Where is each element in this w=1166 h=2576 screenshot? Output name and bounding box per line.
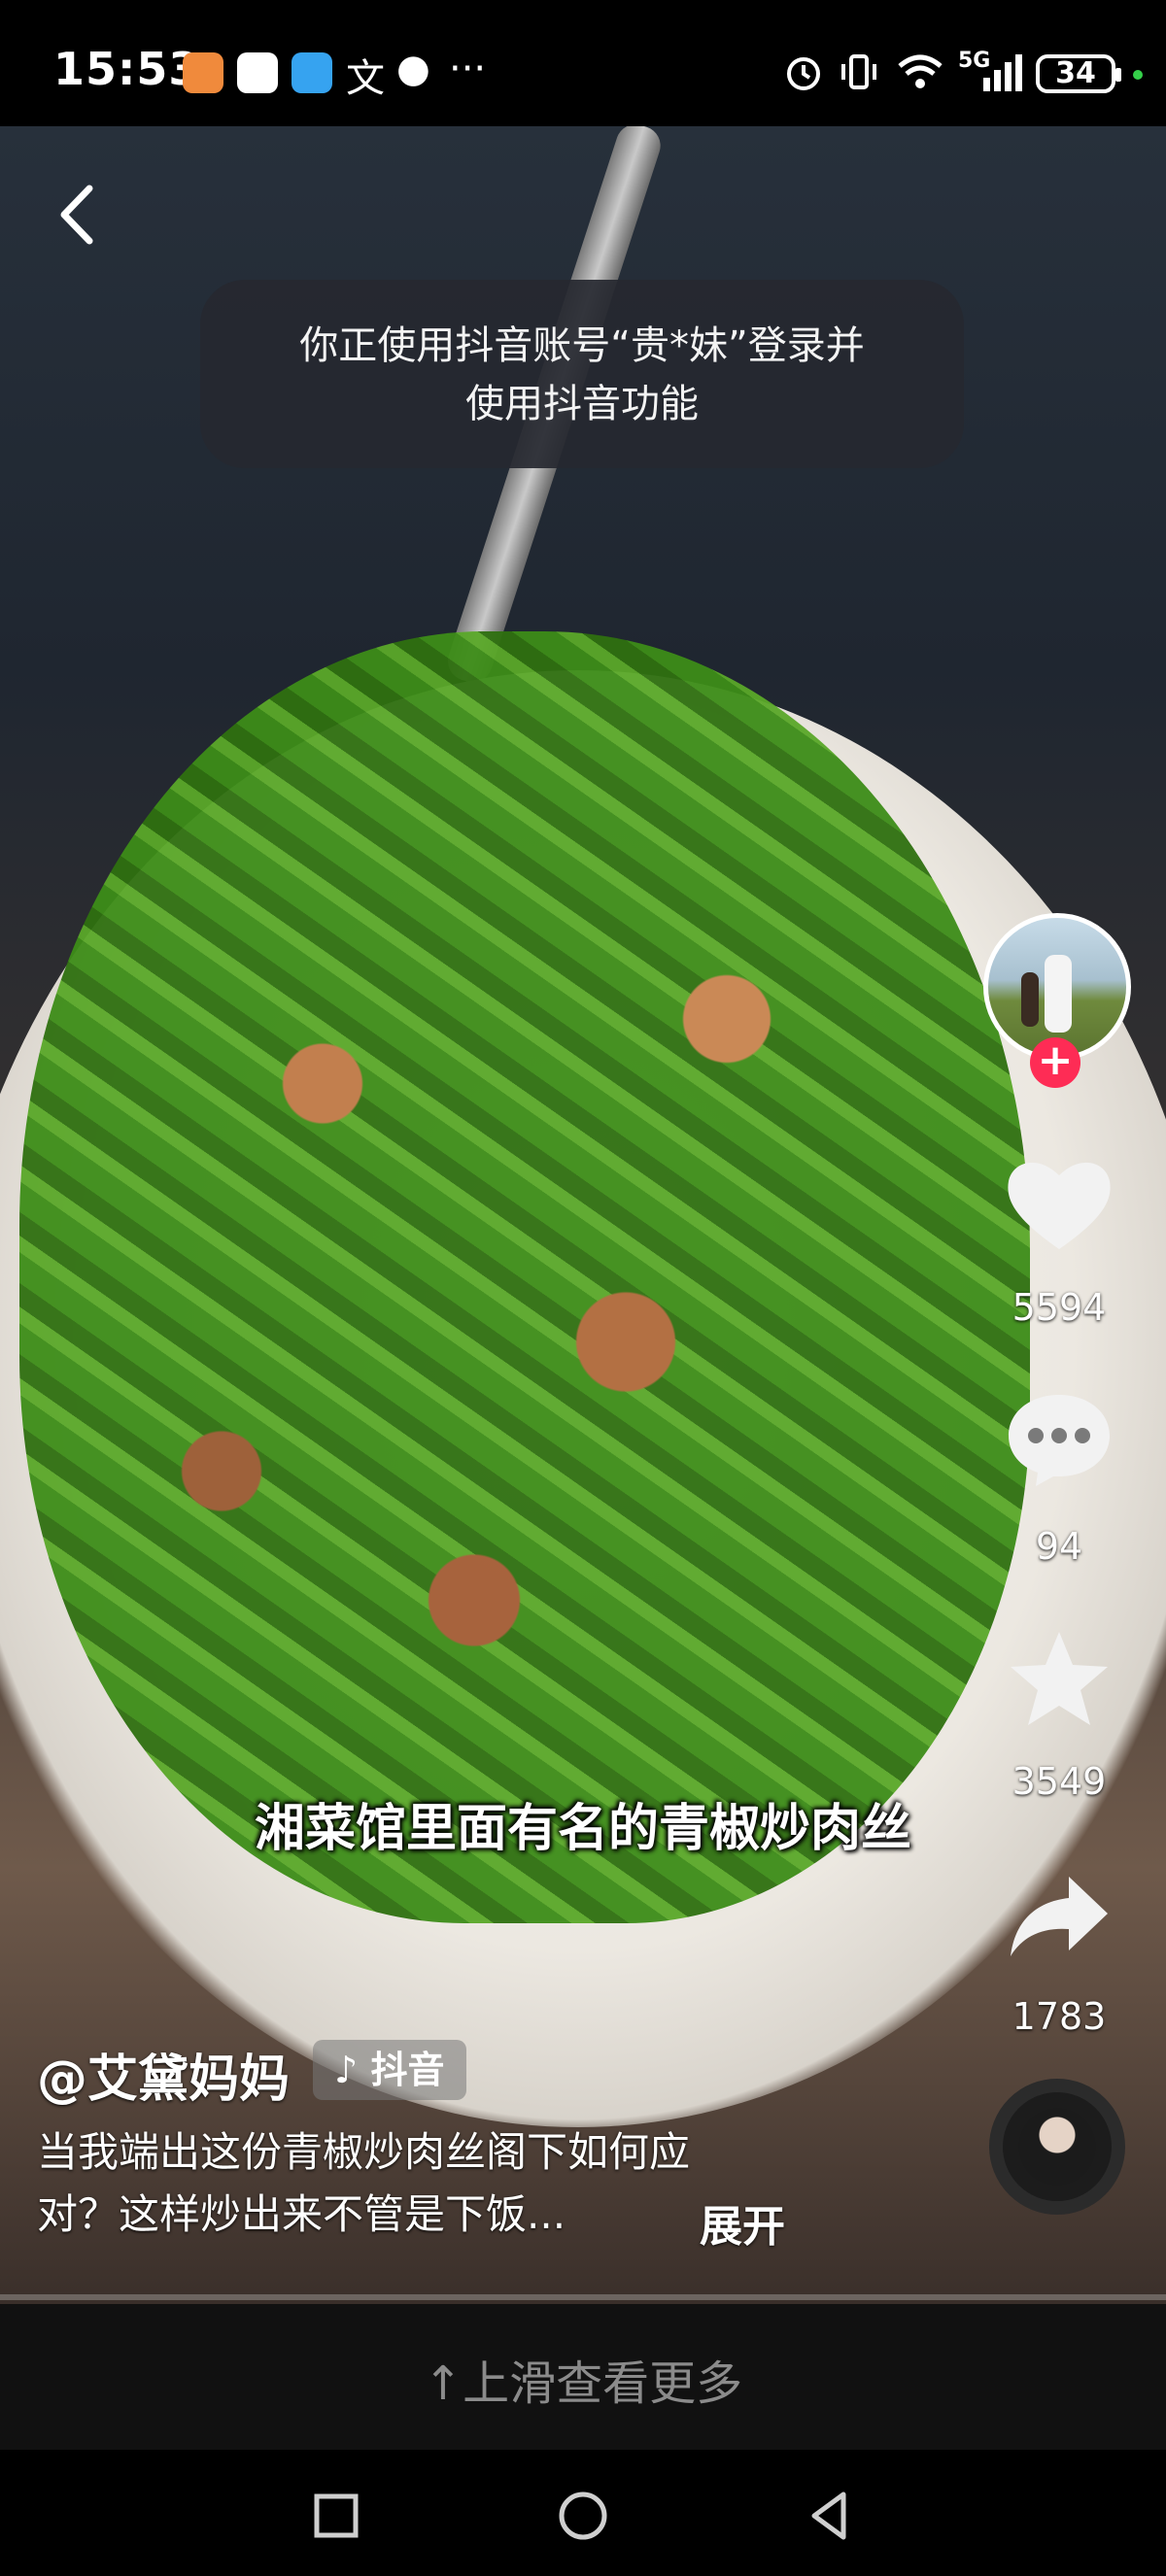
avatar-figure [1021,972,1039,1027]
swipe-hint-label: 上滑查看更多 [463,2356,743,2411]
favorite-star-icon[interactable] [1001,1628,1117,1729]
comment-icon[interactable] [1001,1389,1117,1490]
status-time: 15:53 [53,43,201,95]
privacy-indicator-dot [1133,70,1143,80]
home-icon[interactable] [554,2487,612,2545]
back-icon[interactable] [49,181,107,249]
music-disc[interactable] [989,2079,1125,2215]
status-bar: 15:53 文 ● ··· 5G 34 [0,0,1166,126]
chat-bubble-icon: ● [396,47,430,91]
douyin-tag[interactable]: ♪ 抖音 [313,2040,466,2100]
recent-apps-icon[interactable] [307,2487,365,2545]
music-cover-image [1018,2108,1096,2186]
toast-line-1: 你正使用抖音账号“贵*妹”登录并 [299,323,865,368]
comment-count: 94 [1035,1525,1083,1568]
browser-notification-icon [237,52,278,93]
favorite-count: 3549 [1012,1760,1107,1803]
account-login-toast: 你正使用抖音账号“贵*妹”登录并 使用抖音功能 [200,280,964,468]
description-line-1: 当我端出这份青椒炒肉丝阁下如何应 [37,2128,691,2176]
food-image [19,631,1030,1923]
app-notification-icon [183,52,223,93]
like-count: 5594 [1012,1286,1107,1329]
alarm-icon [787,57,820,90]
battery-indicator: 34 [1036,54,1121,93]
translate-icon: 文 [346,56,385,101]
back-nav-icon[interactable] [801,2487,859,2545]
wifi-icon [898,54,943,88]
like-heart-icon[interactable] [1001,1154,1117,1255]
follow-button[interactable]: + [1030,1037,1080,1088]
douyin-tag-label: 抖音 [370,2049,445,2091]
swipe-up-hint[interactable]: ↑上滑查看更多 [0,2345,1166,2413]
share-arrow-icon[interactable] [1001,1865,1117,1966]
expand-description-button[interactable]: 展开 [700,2191,785,2254]
douyin-logo-icon: ♪ [334,2049,359,2091]
toast-line-2: 使用抖音功能 [465,382,699,426]
book-notification-icon [292,52,332,93]
vibrate-icon [841,54,876,89]
avatar-figure-2 [1045,955,1072,1033]
video-progress-bar[interactable] [0,2294,1166,2300]
share-count: 1783 [1012,1995,1107,2038]
signal-icon [983,54,1022,91]
author-name[interactable]: @艾黛妈妈 [37,2038,290,2111]
more-notifications-icon: ··· [449,47,487,91]
arrow-up-icon: ↑ [423,2356,463,2411]
